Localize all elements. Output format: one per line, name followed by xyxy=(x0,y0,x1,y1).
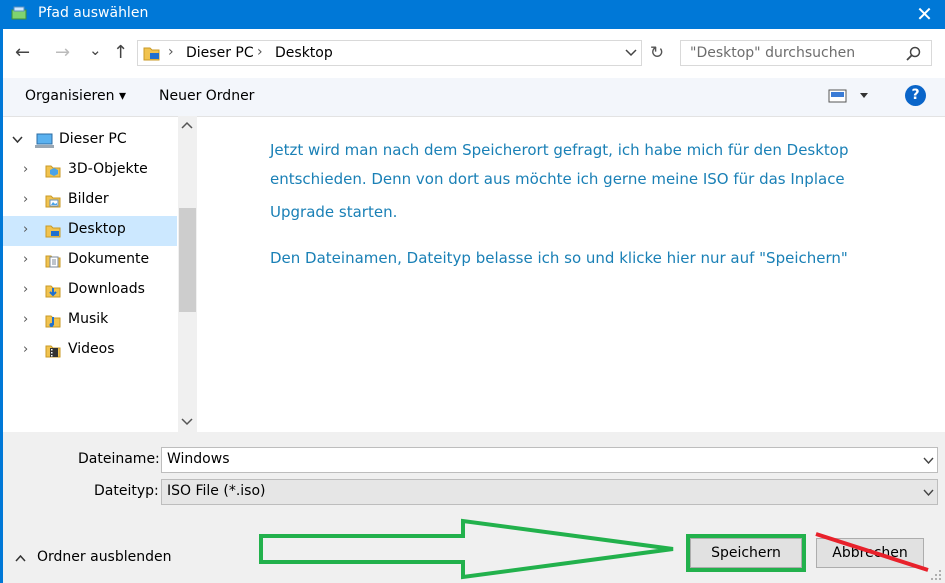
documents-icon xyxy=(45,255,61,268)
breadcrumb-separator: › xyxy=(168,44,174,60)
search-placeholder: "Desktop" durchsuchen xyxy=(690,45,856,61)
tree-label: Downloads xyxy=(68,281,145,297)
chevron-down-icon[interactable] xyxy=(923,489,934,496)
chevron-right-icon[interactable]: › xyxy=(23,342,28,357)
filename-label: Dateiname: xyxy=(78,451,160,467)
breadcrumb-this-pc[interactable]: Dieser PC xyxy=(186,45,254,61)
search-icon[interactable] xyxy=(906,46,921,61)
annotation-line-3: Upgrade starten. xyxy=(270,203,398,221)
filetype-select[interactable]: ISO File (*.iso) xyxy=(161,479,938,505)
videos-icon xyxy=(45,345,61,358)
chevron-right-icon[interactable]: › xyxy=(23,282,28,297)
chevron-right-icon[interactable]: › xyxy=(23,162,28,177)
tree-label: Musik xyxy=(68,311,109,327)
scroll-up-icon[interactable] xyxy=(181,121,193,129)
music-icon xyxy=(45,315,61,328)
command-bar: Organisieren ▾ Neuer Ordner ? xyxy=(3,78,945,117)
recent-locations-button[interactable]: ⌄ xyxy=(89,40,102,60)
annotation-line-4: Den Dateinamen, Dateityp belasse ich so … xyxy=(270,249,848,267)
chevron-right-icon[interactable]: › xyxy=(23,252,28,267)
up-button[interactable]: ↑ xyxy=(113,43,128,63)
tree-label: 3D-Objekte xyxy=(68,161,148,177)
annotation-line-1: Jetzt wird man nach dem Speicherort gefr… xyxy=(270,141,849,159)
window-title: Pfad auswählen xyxy=(38,5,149,21)
back-button[interactable]: ← xyxy=(15,43,30,63)
save-button[interactable]: Speichern xyxy=(686,534,806,572)
tree-label: Videos xyxy=(68,341,115,357)
title-bar: Pfad auswählen ✕ xyxy=(0,0,945,29)
search-input[interactable]: "Desktop" durchsuchen xyxy=(680,40,932,66)
chevron-down-icon[interactable] xyxy=(12,136,23,144)
hide-folders-label: Ordner ausblenden xyxy=(37,549,172,565)
chevron-right-icon[interactable]: › xyxy=(23,222,28,237)
filename-value[interactable]: Windows xyxy=(167,451,230,467)
tree-item-3d-objects[interactable]: › 3D-Objekte xyxy=(3,156,177,186)
green-arrow-annotation xyxy=(259,518,674,580)
view-options-icon[interactable] xyxy=(828,88,848,104)
chevron-right-icon[interactable]: › xyxy=(23,192,28,207)
tree-label: Desktop xyxy=(68,221,126,237)
resize-grip-icon[interactable] xyxy=(930,569,942,581)
3d-objects-icon xyxy=(45,165,61,178)
refresh-button[interactable]: ↻ xyxy=(645,40,669,66)
tree-item-downloads[interactable]: › Downloads xyxy=(3,276,177,306)
tree-label: Dokumente xyxy=(68,251,150,267)
red-strike-annotation xyxy=(815,532,929,572)
breadcrumb-separator: › xyxy=(257,44,263,60)
tree-label-this-pc: Dieser PC xyxy=(59,131,127,147)
chevron-right-icon[interactable]: › xyxy=(23,312,28,327)
close-button[interactable]: ✕ xyxy=(904,0,945,29)
scroll-down-icon[interactable] xyxy=(181,418,193,426)
organize-menu[interactable]: Organisieren ▾ xyxy=(25,88,126,104)
address-bar[interactable]: › Dieser PC › Desktop xyxy=(137,40,642,66)
app-icon xyxy=(11,6,27,20)
new-folder-button[interactable]: Neuer Ordner xyxy=(159,88,254,104)
tree-item-this-pc[interactable]: Dieser PC xyxy=(3,126,177,156)
help-button[interactable]: ? xyxy=(905,85,926,106)
chevron-up-icon xyxy=(15,555,26,562)
tree-item-pictures[interactable]: › Bilder xyxy=(3,186,177,216)
filetype-value: ISO File (*.iso) xyxy=(167,483,266,499)
filetype-label: Dateityp: xyxy=(94,483,159,499)
computer-icon xyxy=(35,133,54,148)
tree-item-desktop[interactable]: › Desktop xyxy=(3,216,177,246)
tree-label: Bilder xyxy=(68,191,109,207)
chevron-down-icon[interactable] xyxy=(923,457,934,464)
tree-item-documents[interactable]: › Dokumente xyxy=(3,246,177,276)
tree-item-music[interactable]: › Musik xyxy=(3,306,177,336)
annotation-line-2: entschieden. Denn von dort aus möchte ic… xyxy=(270,170,845,188)
this-pc-folder-icon xyxy=(143,47,160,61)
scrollbar-thumb[interactable] xyxy=(179,208,196,312)
hide-folders-toggle[interactable]: Ordner ausblenden xyxy=(13,549,173,569)
tree-item-videos[interactable]: › Videos xyxy=(3,336,177,366)
desktop-folder-icon xyxy=(45,225,61,238)
view-dropdown-icon[interactable] xyxy=(859,92,869,99)
downloads-icon xyxy=(45,285,61,298)
filename-combobox[interactable]: Windows xyxy=(161,447,938,473)
forward-button[interactable]: → xyxy=(55,43,70,63)
address-dropdown-icon[interactable] xyxy=(625,49,637,57)
breadcrumb-desktop[interactable]: Desktop xyxy=(275,45,333,61)
pictures-icon xyxy=(45,195,61,208)
